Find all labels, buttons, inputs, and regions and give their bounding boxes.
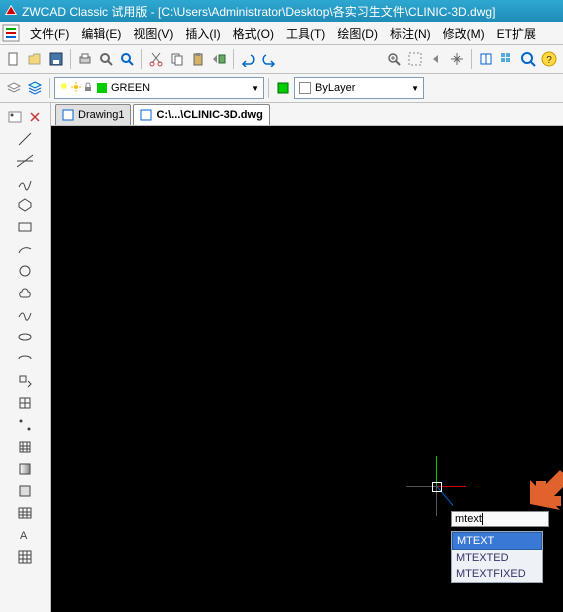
layers-panel-button[interactable]: [25, 78, 45, 98]
find-button[interactable]: [117, 49, 137, 69]
menu-format[interactable]: 格式(O): [227, 23, 280, 44]
layer-icon[interactable]: [4, 78, 24, 98]
title-text: ZWCAD Classic 试用版 - [C:\Users\Administra…: [22, 3, 495, 20]
redo-button[interactable]: [259, 49, 279, 69]
make-block-tool[interactable]: [15, 393, 35, 413]
document-tabs: Drawing1 C:\...\CLINIC-3D.dwg: [51, 103, 563, 126]
separator: [233, 49, 234, 69]
separator: [49, 78, 50, 98]
toolbar-1: ?: [0, 45, 563, 74]
command-suggest: MTEXT MTEXTED MTEXTFIXED: [451, 531, 543, 583]
zoom-realtime-button[interactable]: [384, 49, 404, 69]
grid-icon[interactable]: [497, 49, 517, 69]
suggest-item[interactable]: MTEXTFIXED: [452, 566, 542, 582]
menu-modify[interactable]: 修改(M): [437, 23, 491, 44]
svg-text:A: A: [20, 530, 28, 542]
separator: [268, 78, 269, 98]
hatch-tool[interactable]: [15, 437, 35, 457]
cut-button[interactable]: [146, 49, 166, 69]
color-swatch: [97, 83, 107, 93]
layer-name: GREEN: [111, 82, 150, 94]
separator: [471, 49, 472, 69]
table-tool[interactable]: [15, 503, 35, 523]
separator: [70, 49, 71, 69]
app-window: ZWCAD Classic 试用版 - [C:\Users\Administra…: [0, 0, 563, 612]
draw-toolbar: A: [0, 103, 51, 612]
toolbar-2: GREEN ▼ ByLayer ▼: [0, 74, 563, 103]
grid-tool[interactable]: [15, 547, 35, 567]
app-menu-icon[interactable]: [2, 24, 20, 42]
point-tool[interactable]: [15, 415, 35, 435]
copy-button[interactable]: [167, 49, 187, 69]
menu-dim[interactable]: 标注(N): [384, 23, 437, 44]
menu-view[interactable]: 视图(V): [127, 23, 179, 44]
print-button[interactable]: [75, 49, 95, 69]
circle-tool[interactable]: [15, 261, 35, 281]
recent-icon[interactable]: [5, 107, 25, 127]
menu-bar: 文件(F) 编辑(E) 视图(V) 插入(I) 格式(O) 工具(T) 绘图(D…: [0, 22, 563, 45]
menu-tools[interactable]: 工具(T): [280, 23, 331, 44]
undo-button[interactable]: [238, 49, 258, 69]
preview-button[interactable]: [96, 49, 116, 69]
revcloud-tool[interactable]: [15, 283, 35, 303]
zoom-prev-button[interactable]: [426, 49, 446, 69]
ellipse-tool[interactable]: [15, 327, 35, 347]
menu-et[interactable]: ET扩展: [491, 23, 542, 44]
close-icon[interactable]: [25, 107, 45, 127]
text-tool[interactable]: A: [15, 525, 35, 545]
color-swatch: [299, 82, 311, 94]
ellipse-arc-tool[interactable]: [15, 349, 35, 369]
menu-edit[interactable]: 编辑(E): [75, 23, 127, 44]
tab-drawing1[interactable]: Drawing1: [55, 104, 131, 125]
tab-clinic[interactable]: C:\...\CLINIC-3D.dwg: [133, 104, 269, 125]
pick-box: [432, 482, 442, 492]
annotation-arrow: [526, 456, 563, 519]
xline-tool[interactable]: [15, 151, 35, 171]
app-icon: [4, 4, 18, 18]
canvas-area: Drawing1 C:\...\CLINIC-3D.dwg mtext: [51, 103, 563, 612]
polygon-tool[interactable]: [15, 195, 35, 215]
bylayer-label: ByLayer: [315, 82, 355, 94]
region-tool[interactable]: [15, 481, 35, 501]
new-button[interactable]: [4, 49, 24, 69]
lock-icon: [83, 82, 93, 95]
rectangle-tool[interactable]: [15, 217, 35, 237]
drawing-icon: [62, 109, 74, 121]
open-button[interactable]: [25, 49, 45, 69]
title-bar: ZWCAD Classic 试用版 - [C:\Users\Administra…: [0, 0, 563, 22]
insert-block-tool[interactable]: [15, 371, 35, 391]
suggest-item[interactable]: MTEXT: [452, 532, 542, 550]
tab-label: Drawing1: [78, 109, 124, 121]
find-text-button[interactable]: [518, 49, 538, 69]
tab-label: C:\...\CLINIC-3D.dwg: [156, 109, 262, 121]
gradient-tool[interactable]: [15, 459, 35, 479]
sun-icon: [71, 82, 81, 95]
arc-tool[interactable]: [15, 239, 35, 259]
spline-tool[interactable]: [15, 305, 35, 325]
help-button[interactable]: ?: [539, 49, 559, 69]
separator: [141, 49, 142, 69]
paste-button[interactable]: [188, 49, 208, 69]
layer-select[interactable]: GREEN ▼: [54, 77, 264, 99]
lightbulb-icon: [59, 82, 69, 95]
chevron-down-icon: ▼: [251, 84, 259, 93]
suggest-item[interactable]: MTEXTED: [452, 550, 542, 566]
layer-tools-icon[interactable]: [273, 78, 293, 98]
menu-insert[interactable]: 插入(I): [179, 23, 226, 44]
main-area: A Drawing1 C:\...\CLINIC-3D.dwg: [0, 103, 563, 612]
drawing-canvas[interactable]: mtext MTEXT MTEXTED MTEXTFIXED: [51, 126, 563, 612]
bylayer-select[interactable]: ByLayer ▼: [294, 77, 424, 99]
line-tool[interactable]: [15, 129, 35, 149]
match-button[interactable]: [209, 49, 229, 69]
book-icon[interactable]: [476, 49, 496, 69]
menu-draw[interactable]: 绘图(D): [331, 23, 384, 44]
drawing-icon: [140, 109, 152, 121]
zoom-window-button[interactable]: [405, 49, 425, 69]
chevron-down-icon: ▼: [411, 84, 419, 93]
pline-tool[interactable]: [15, 173, 35, 193]
svg-text:?: ?: [546, 55, 552, 66]
save-button[interactable]: [46, 49, 66, 69]
pan-button[interactable]: [447, 49, 467, 69]
menu-file[interactable]: 文件(F): [24, 23, 75, 44]
